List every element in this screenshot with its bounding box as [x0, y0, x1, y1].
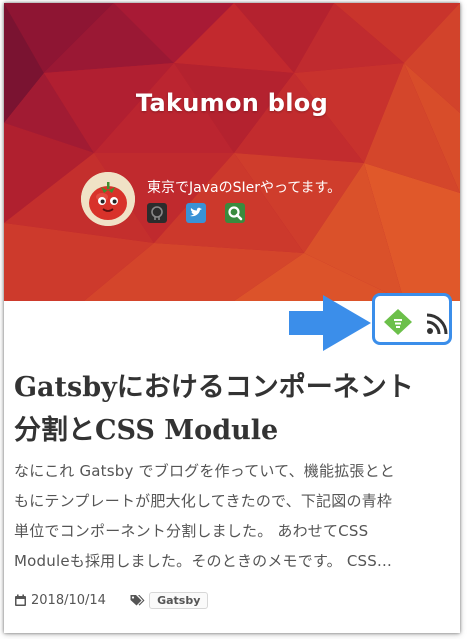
rss-icon[interactable]	[426, 313, 448, 335]
github-icon[interactable]	[147, 203, 167, 223]
post-date: 2018/10/14	[31, 593, 106, 608]
twitter-icon[interactable]	[186, 203, 207, 223]
tags-icon	[130, 595, 145, 606]
excerpt-line: もにテンプレートが肥大化してきたので、下記図の青枠	[14, 492, 393, 510]
post-title-line: 分割とCSS Module	[14, 415, 279, 446]
post-title-line: Gatsbyにおけるコンポーネント	[14, 372, 414, 403]
tomato-avatar-icon	[81, 172, 135, 226]
post-excerpt: なにこれ Gatsby でブログを作っていて、機能拡張とと もにテンプレートが肥…	[14, 456, 442, 576]
highlight-arrow-icon	[289, 295, 371, 351]
post-title[interactable]: Gatsbyにおけるコンポーネント 分割とCSS Module	[14, 366, 444, 452]
author-bio: 東京でJavaのSIerやってます。	[147, 180, 342, 196]
excerpt-line: なにこれ Gatsby でブログを作っていて、機能拡張とと	[14, 462, 395, 480]
excerpt-line: Moduleも採用しました。そのときのメモです。 CSS…	[14, 552, 393, 570]
excerpt-line: 単位でコンポーネント分割しました。 あわせてCSS	[14, 522, 369, 540]
hero-background-pattern	[4, 3, 460, 301]
calendar-icon	[15, 594, 26, 606]
author-profile: 東京でJavaのSIerやってます。	[81, 172, 401, 232]
avatar	[81, 172, 135, 226]
social-links	[147, 203, 259, 223]
blog-title[interactable]: Takumon blog	[4, 89, 460, 117]
search-icon[interactable]	[225, 203, 246, 223]
tag-badge[interactable]: Gatsby	[149, 592, 209, 609]
feedly-icon[interactable]	[384, 309, 412, 335]
hero-banner: Takumon blog 東京でJavaのSIerやってます。	[4, 3, 460, 301]
post-meta: 2018/10/14 Gatsby	[14, 592, 209, 614]
